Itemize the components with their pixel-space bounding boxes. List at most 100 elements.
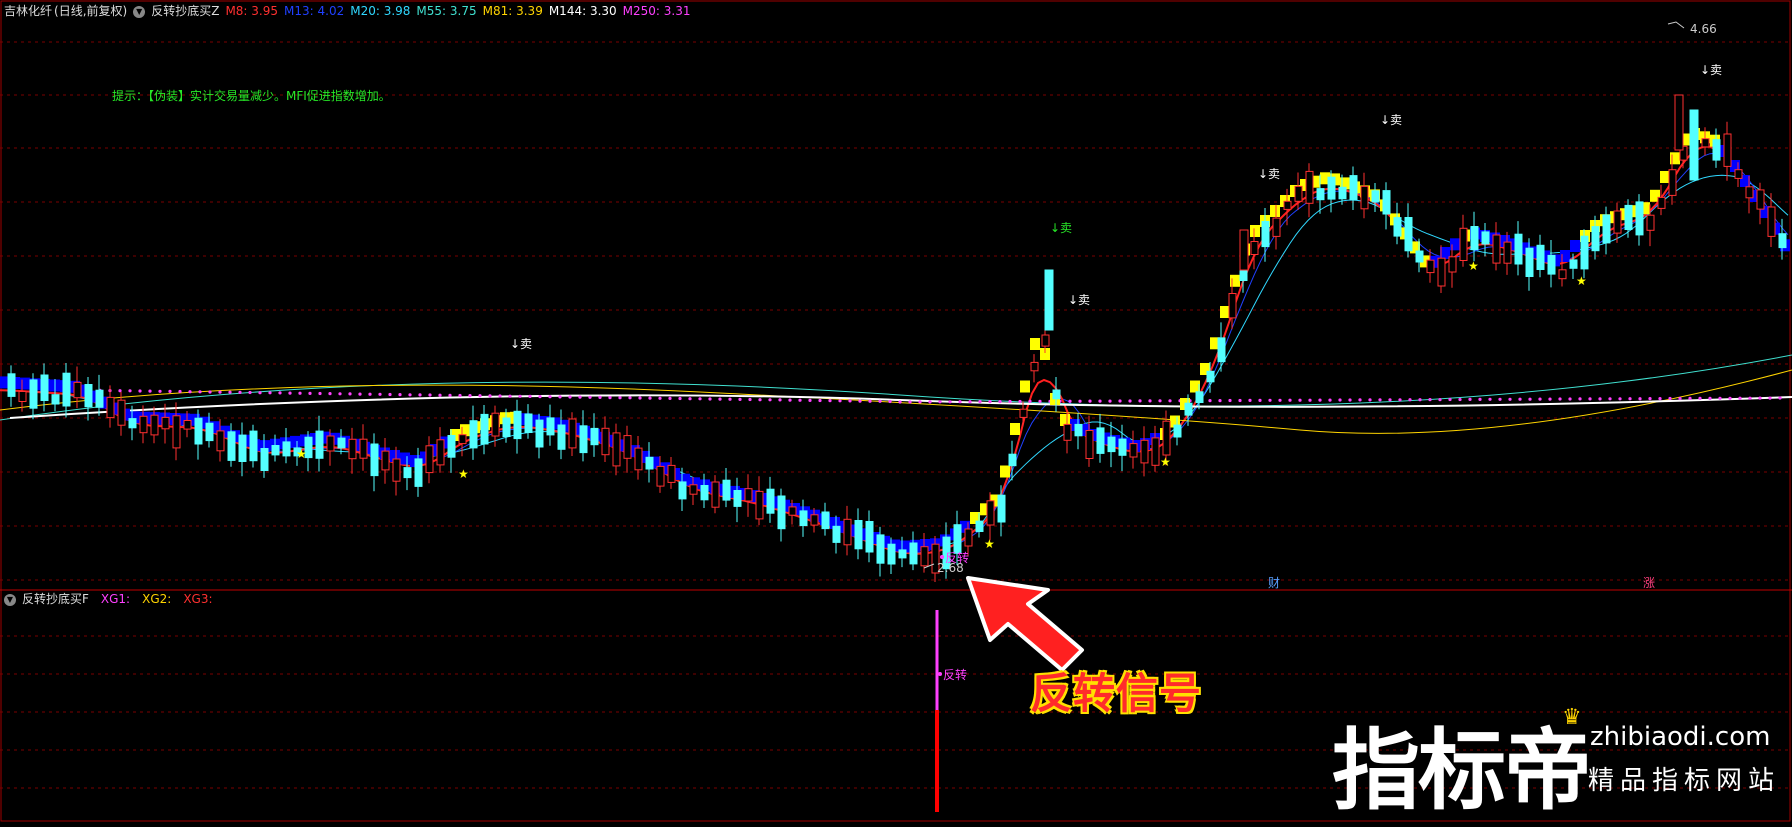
ma-legend-item: M81: 3.39: [482, 4, 543, 18]
candle-body: [227, 431, 236, 461]
candle-body: [1239, 229, 1249, 271]
candle-body: [1613, 210, 1622, 234]
ma250-dot: [1728, 396, 1732, 400]
ma250-dot: [1528, 397, 1532, 401]
candle-body: [194, 417, 203, 445]
candle-body: [51, 394, 60, 405]
star-icon: ★: [1468, 259, 1479, 273]
ma250-dot: [1778, 396, 1782, 400]
candle-body: [73, 381, 82, 399]
ma250-dot: [1358, 398, 1362, 402]
candle-body: [810, 514, 819, 526]
ma250-dot: [1098, 399, 1102, 403]
ma250-dot: [318, 391, 322, 396]
collapse-icon[interactable]: ▼: [133, 5, 146, 18]
ma250-dot: [878, 399, 882, 403]
ma250-dot: [1228, 398, 1232, 403]
ma250-dot: [278, 391, 282, 395]
candle-body: [634, 447, 643, 471]
candle-body: [700, 485, 709, 501]
collapse-icon[interactable]: ▼: [4, 593, 16, 606]
candle-body: [249, 430, 258, 462]
ma250-dot: [598, 395, 602, 399]
candle-body: [601, 427, 610, 456]
ma250-dot: [478, 394, 482, 398]
candle-body: [1360, 185, 1369, 210]
candle-body: [1426, 259, 1435, 274]
candle-body: [557, 424, 566, 450]
ma250-dot: [558, 395, 562, 399]
candle-body: [1195, 391, 1204, 403]
candle-body: [1393, 217, 1402, 237]
candle-body: [535, 419, 544, 448]
ma-legend-item: M8: 3.95: [225, 4, 279, 18]
candle-body: [1044, 269, 1054, 331]
candle-body: [975, 520, 984, 532]
candle-body: [579, 425, 588, 454]
candle-body: [139, 415, 148, 434]
candle-body: [1459, 227, 1468, 262]
ma250-dot: [748, 397, 752, 402]
candle-body: [1305, 170, 1314, 204]
ma250-dot: [1258, 398, 1262, 402]
ma250-dot: [718, 397, 722, 401]
ma250-dot: [808, 398, 812, 402]
ma250-dot: [1408, 398, 1412, 402]
ma250-dot: [988, 400, 992, 404]
candle-body: [1338, 186, 1347, 200]
event-cai-label: 财: [1268, 576, 1280, 590]
ma-legend-item: M13: 4.02: [284, 4, 345, 18]
candle-body: [359, 438, 368, 459]
candle-body: [711, 481, 720, 508]
ma250-dot: [1318, 398, 1322, 402]
candle-body: [1041, 334, 1050, 347]
candle-body: [1734, 169, 1743, 179]
candle-body: [1437, 257, 1446, 287]
ma250-dot: [1718, 396, 1722, 400]
chart-window[interactable]: ↓卖 ↓卖 ↓卖 ↓卖 ↓卖 ↓卖 ★ ★ ★ ★ ★ ★ 4.66 2.68 反转财涨反转 吉林化纤 (日线…: [0, 0, 1792, 823]
ma250-dot: [1468, 397, 1472, 401]
candle-body: [1162, 420, 1171, 456]
star-icon: ★: [296, 447, 307, 461]
ma250-dot: [1418, 398, 1422, 402]
sell-label: ↓卖: [1050, 221, 1072, 235]
ma250-dot: [428, 393, 432, 397]
candle-body: [1250, 241, 1259, 255]
candle-body: [161, 416, 170, 430]
ma250-dot: [968, 400, 972, 404]
sell-label: ↓卖: [1700, 63, 1722, 77]
candle-body: [1723, 133, 1732, 167]
candle-body: [876, 534, 885, 564]
ma250-dot: [1158, 399, 1162, 403]
ma250-dot: [458, 393, 462, 398]
candle-body: [1624, 204, 1633, 230]
ma250-dot: [1328, 398, 1332, 402]
ma250-dot: [1648, 397, 1652, 401]
ma250-dot: [168, 389, 172, 393]
ma250-dot: [1458, 397, 1462, 402]
arrow-icon: [966, 576, 1084, 672]
ma250-dot: [348, 392, 352, 396]
ma250-dot: [758, 398, 762, 402]
candle-body: [1228, 293, 1237, 319]
candle-body: [1096, 427, 1105, 454]
ma250-dot: [1398, 398, 1402, 402]
ma250-dot: [1138, 399, 1142, 403]
candle-body: [1536, 244, 1545, 271]
high-pointer: [1667, 21, 1685, 29]
candle-body: [1525, 247, 1534, 277]
ma250-dot: [708, 397, 712, 401]
candle-body: [1514, 233, 1523, 265]
ma250-dot: [568, 395, 572, 399]
candle-body: [425, 445, 434, 474]
candle-body: [1173, 424, 1182, 438]
candle-body: [1349, 175, 1358, 201]
candle-body: [1404, 217, 1413, 252]
candle-body: [1107, 436, 1116, 453]
candle-body: [997, 494, 1006, 523]
ma250-dot: [1538, 397, 1542, 401]
ma250-dot: [1608, 397, 1612, 401]
candle-body: [326, 435, 335, 452]
candle-body: [238, 434, 247, 463]
candle-body: [568, 418, 577, 449]
